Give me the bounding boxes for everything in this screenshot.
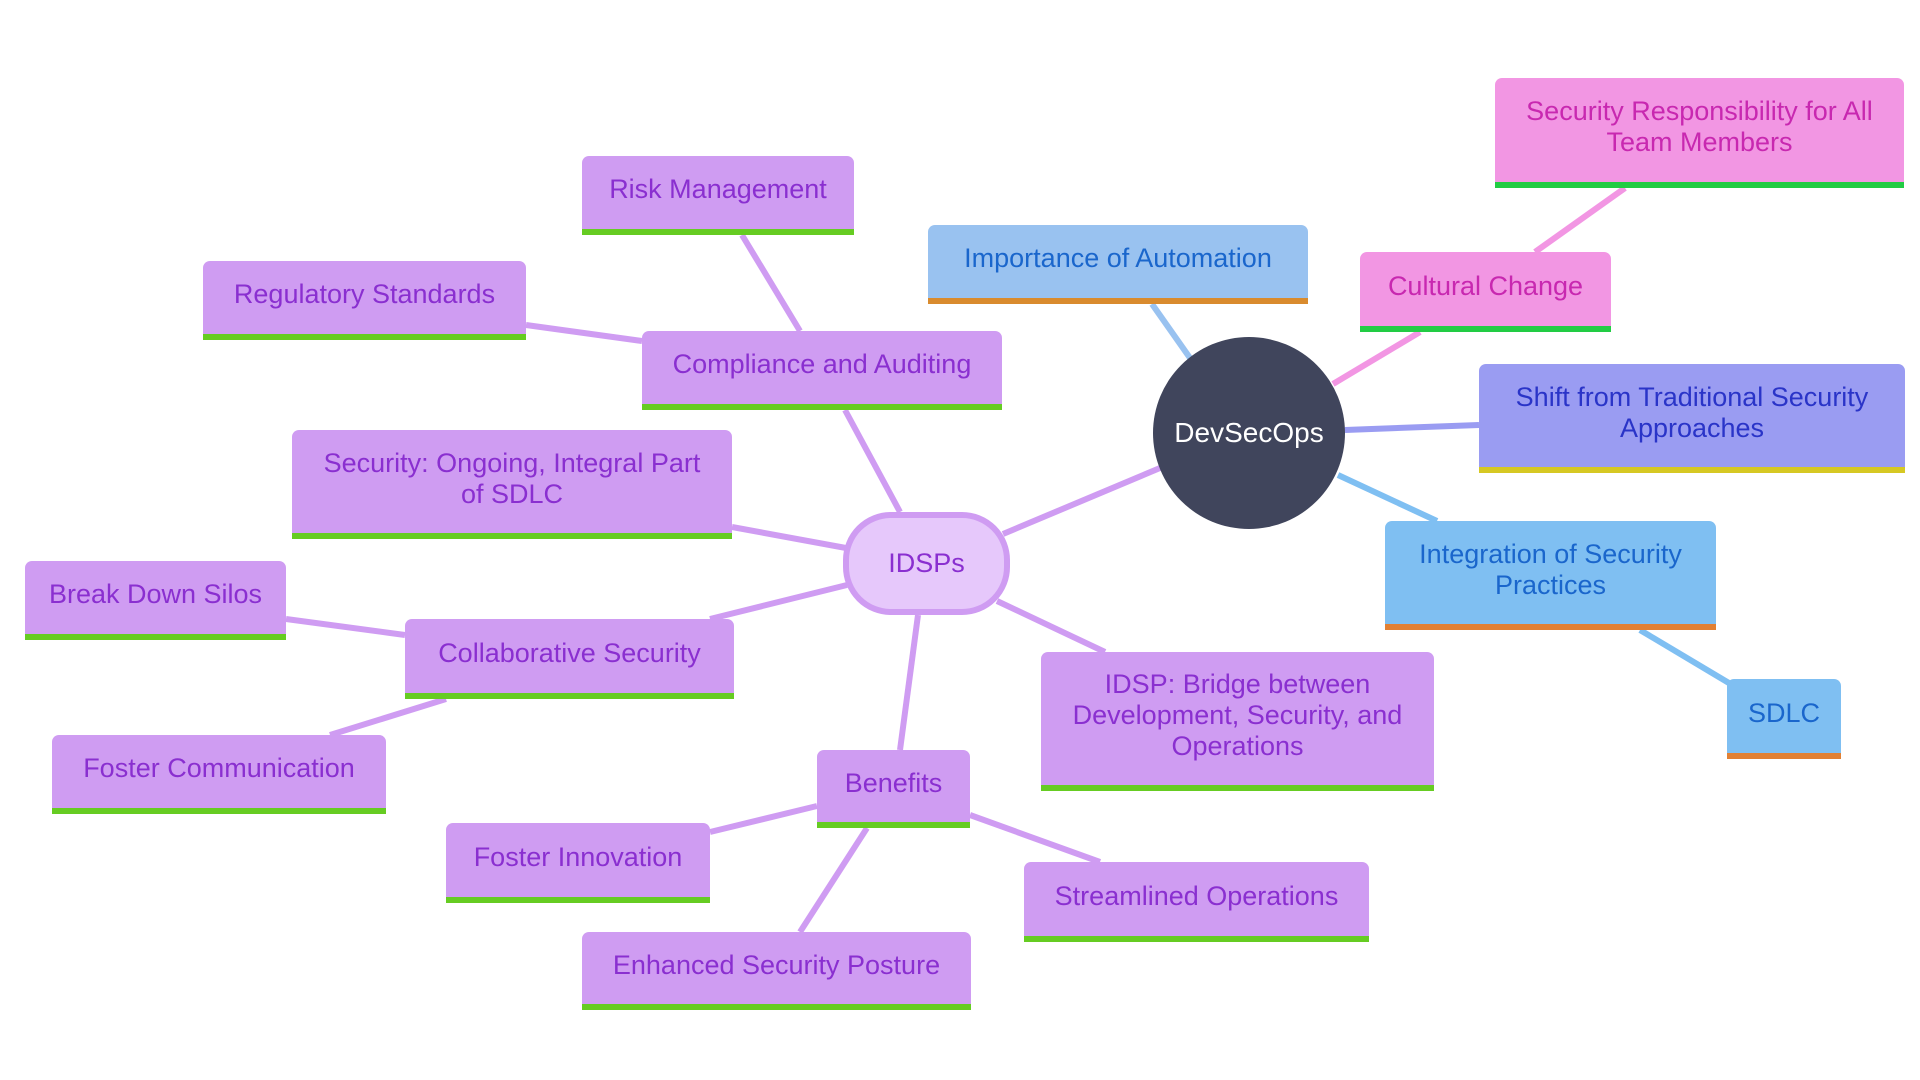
node-integration-of-security-practices[interactable]: Integration of Security Practices (1385, 521, 1716, 630)
node-label: Integration of Security Practices (1419, 538, 1682, 600)
node-compliance-and-auditing[interactable]: Compliance and Auditing (642, 331, 1002, 410)
root-node-label: DevSecOps (1174, 417, 1324, 448)
node-label: IDSP: Bridge between Development, Securi… (1072, 669, 1403, 761)
edge-root-cultural (1331, 329, 1422, 387)
node-importance-of-automation[interactable]: Importance of Automation (928, 225, 1308, 304)
node-label: Compliance and Auditing (672, 349, 972, 379)
node-label: Benefits (844, 767, 943, 798)
node-label: Security: Ongoing, Integral Part of SDLC (323, 447, 701, 509)
node-idsps[interactable]: IDSPs (843, 512, 1010, 615)
node-idsp-bridge[interactable]: IDSP: Bridge between Development, Securi… (1041, 652, 1434, 791)
node-label: Regulatory Standards (233, 279, 496, 309)
edge-root-shift (1344, 422, 1480, 433)
edge-collaborative-communication (329, 696, 447, 738)
edge-benefits-enhanced (797, 826, 870, 934)
edge-root-idsps (1001, 465, 1162, 537)
edge-idsps-collaborative (709, 582, 848, 622)
node-label: Importance of Automation (964, 243, 1272, 273)
node-sdlc[interactable]: SDLC (1727, 679, 1841, 759)
edge-benefits-innovation (709, 803, 818, 835)
node-risk-management[interactable]: Risk Management (582, 156, 854, 235)
node-label: Enhanced Security Posture (612, 949, 941, 980)
node-label: SDLC (1747, 697, 1821, 728)
node-label: Collaborative Security (438, 637, 701, 668)
edge-benefits-streamlined (968, 812, 1102, 865)
node-shift-from-traditional[interactable]: Shift from Traditional Security Approach… (1479, 364, 1905, 473)
edge-compliance-risk (739, 233, 803, 333)
node-foster-communication[interactable]: Foster Communication (52, 735, 386, 814)
node-cultural-change[interactable]: Cultural Change (1360, 252, 1611, 332)
edge-idsps-bridge (995, 598, 1107, 655)
edge-root-integration (1336, 472, 1439, 524)
node-enhanced-security-posture[interactable]: Enhanced Security Posture (582, 932, 971, 1010)
edge-root-automation (1149, 302, 1193, 360)
edge-collaborative-silos (285, 616, 406, 638)
node-security-responsibility[interactable]: Security Responsibility for All Team Mem… (1495, 78, 1904, 188)
edge-idsps-compliance (842, 408, 903, 514)
node-regulatory-standards[interactable]: Regulatory Standards (203, 261, 526, 340)
node-streamlined-operations[interactable]: Streamlined Operations (1024, 862, 1369, 942)
edge-cultural-responsibility (1533, 185, 1627, 255)
node-label: Cultural Change (1387, 270, 1584, 301)
node-label: Foster Innovation (473, 841, 683, 872)
node-benefits[interactable]: Benefits (817, 750, 970, 828)
edge-idsps-ongoing (731, 524, 847, 551)
node-label: IDSPs (888, 548, 965, 578)
node-label: Security Responsibility for All Team Mem… (1526, 96, 1873, 157)
root-node-devsecops[interactable]: DevSecOps (1153, 337, 1345, 529)
edge-compliance-regulatory (525, 322, 643, 344)
node-foster-innovation[interactable]: Foster Innovation (446, 823, 710, 903)
node-break-down-silos[interactable]: Break Down Silos (25, 561, 286, 640)
node-label: Break Down Silos (48, 579, 263, 609)
node-label: Streamlined Operations (1054, 880, 1339, 911)
node-label: Shift from Traditional Security Approach… (1515, 381, 1869, 443)
edge-idsps-benefits (897, 614, 921, 751)
node-label: Foster Communication (83, 753, 355, 783)
node-security-ongoing[interactable]: Security: Ongoing, Integral Part of SDLC (292, 430, 732, 539)
node-label: Risk Management (609, 174, 827, 204)
node-collaborative-security[interactable]: Collaborative Security (405, 619, 734, 699)
